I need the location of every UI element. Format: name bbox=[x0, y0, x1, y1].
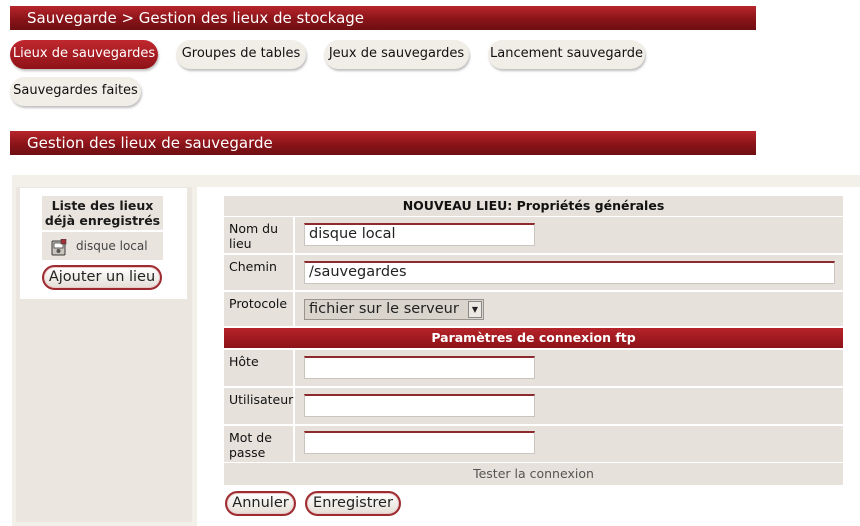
name-input[interactable]: disque local bbox=[304, 223, 535, 246]
path-input[interactable]: /sauvegardes bbox=[304, 261, 835, 284]
tab-lancement-sauvegarde[interactable]: Lancement sauvegarde bbox=[488, 40, 645, 69]
general-properties-header: NOUVEAU LIEU: Propriétés générales bbox=[224, 196, 843, 216]
host-input[interactable] bbox=[304, 356, 535, 379]
protocol-select[interactable]: fichier sur le serveur ▼ bbox=[304, 299, 484, 320]
dropdown-arrow-icon[interactable]: ▼ bbox=[468, 301, 482, 318]
user-label: Utilisateur bbox=[224, 388, 293, 424]
list-item-label: disque local bbox=[76, 239, 148, 253]
ftp-parameters-header: Paramètres de connexion ftp bbox=[224, 328, 843, 348]
tab-groupes-de-tables[interactable]: Groupes de tables bbox=[176, 40, 306, 69]
host-label: Hôte bbox=[224, 350, 293, 386]
password-label: Mot de passe bbox=[224, 426, 293, 462]
protocol-label: Protocole bbox=[224, 292, 293, 326]
password-input[interactable] bbox=[304, 431, 535, 454]
add-location-button[interactable]: Ajouter un lieu bbox=[42, 265, 162, 290]
local-disk-icon bbox=[51, 238, 67, 256]
name-label: Nom du lieu bbox=[224, 217, 293, 253]
locations-list-heading: Liste des lieux déjà enregistrés bbox=[42, 196, 163, 230]
tab-sauvegardes-faites[interactable]: Sauvegardes faites bbox=[10, 77, 141, 106]
protocol-select-value: fichier sur le serveur bbox=[309, 301, 459, 317]
page-title: Sauvegarde > Gestion des lieux de stocka… bbox=[10, 6, 756, 30]
list-item-location[interactable]: disque local bbox=[42, 232, 163, 260]
section-title: Gestion des lieux de sauvegarde bbox=[10, 131, 756, 155]
user-input[interactable] bbox=[304, 394, 535, 417]
test-connection-link[interactable]: Tester la connexion bbox=[224, 463, 843, 485]
tab-lieux-de-sauvegardes[interactable]: Lieux de sauvegardes bbox=[10, 40, 158, 69]
tab-jeux-de-sauvegardes[interactable]: Jeux de sauvegardes bbox=[324, 40, 469, 69]
path-label: Chemin bbox=[224, 255, 293, 290]
cancel-button[interactable]: Annuler bbox=[225, 491, 296, 516]
save-button[interactable]: Enregistrer bbox=[305, 491, 401, 516]
